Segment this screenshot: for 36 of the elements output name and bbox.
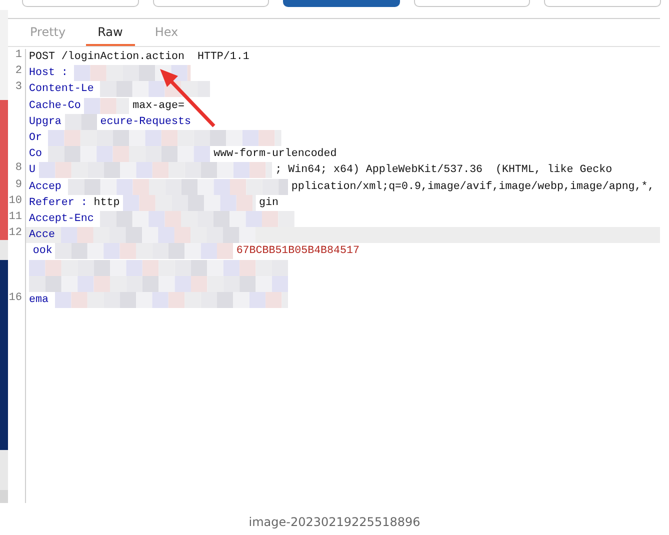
code-text: Co — [29, 148, 42, 160]
tab[interactable]: Hex — [142, 19, 190, 46]
code-text: www-form-urlencoded — [214, 148, 337, 160]
code-text: ook — [32, 245, 52, 258]
code-text: http — [94, 196, 120, 209]
tab[interactable]: Pretty — [18, 19, 78, 46]
code-text: U — [29, 164, 36, 176]
code-text: ; Win64; x64) AppleWebKit/537.36 (KHTML, like Gecko — [275, 164, 612, 176]
code-text: Upgra — [29, 116, 62, 128]
line-number: 12 — [8, 227, 23, 242]
image-caption: image-20230219225518896 — [248, 515, 422, 529]
line-number: 2 — [14, 65, 23, 80]
code-text: Host : — [29, 67, 68, 80]
code-text: Or — [29, 132, 42, 144]
code-text: pplication/xml;q=0.9,image/avif,image/webp,image/apng,*, — [291, 180, 654, 193]
code-text: gin — [259, 196, 278, 209]
toolbar-button[interactable] — [283, 0, 400, 7]
code-text: 67BCBB51B05B4B84517 — [236, 245, 360, 258]
line-number: 8 — [14, 162, 23, 176]
code-text: max-age= — [132, 100, 184, 112]
code-text: Accep — [29, 180, 62, 193]
line-number: 11 — [8, 210, 23, 225]
code-text: Referer : — [29, 196, 88, 209]
code-text: ecure-Requests — [100, 116, 191, 128]
code-text: Cache-Co — [29, 100, 81, 112]
code-text: Accept-Enc — [29, 212, 94, 225]
code-text: ema — [29, 294, 48, 306]
code-text: POST /loginAction.action HTTP/1.1 — [29, 51, 250, 64]
code-text: Content-Le — [29, 83, 94, 96]
line-number: 9 — [14, 178, 23, 192]
line-number: 10 — [8, 194, 23, 209]
line-number: 3 — [14, 81, 23, 96]
code-text: Acce — [29, 229, 55, 242]
tab[interactable]: Raw — [86, 19, 135, 46]
line-number: 1 — [14, 49, 23, 63]
line-number: 16 — [8, 292, 23, 306]
